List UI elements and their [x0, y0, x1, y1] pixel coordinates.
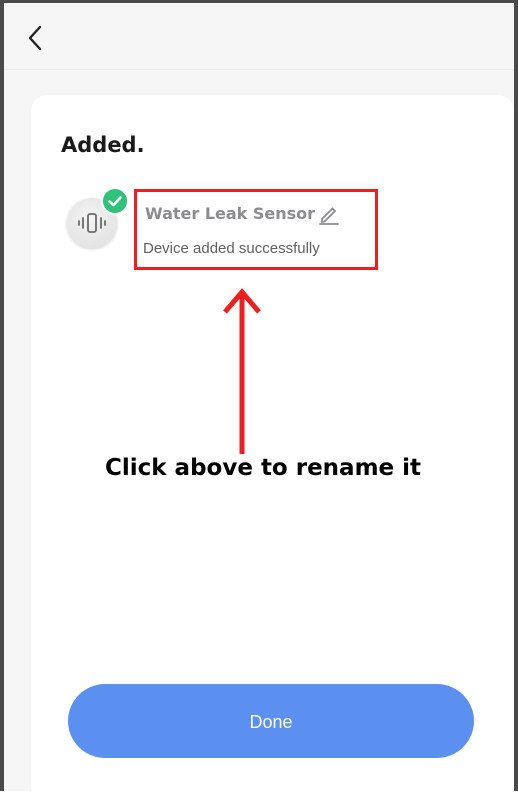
done-button[interactable]: Done — [68, 684, 474, 758]
card-title: Added. — [61, 133, 145, 157]
pencil-icon[interactable] — [317, 202, 341, 226]
top-bar — [4, 3, 514, 70]
device-name: Water Leak Sensor — [145, 204, 316, 223]
rename-instruction: Click above to rename it — [104, 455, 422, 481]
app-screen: Added. Water Leak Sensor Device added su… — [0, 0, 518, 795]
arrow-up-icon — [219, 286, 265, 456]
device-status-text: Device added successfully — [143, 240, 320, 257]
checkmark-icon — [101, 187, 129, 215]
device-name-rename-area[interactable]: Water Leak Sensor Device added successfu… — [134, 189, 378, 270]
chevron-left-icon — [28, 25, 42, 51]
back-button[interactable] — [22, 21, 52, 55]
